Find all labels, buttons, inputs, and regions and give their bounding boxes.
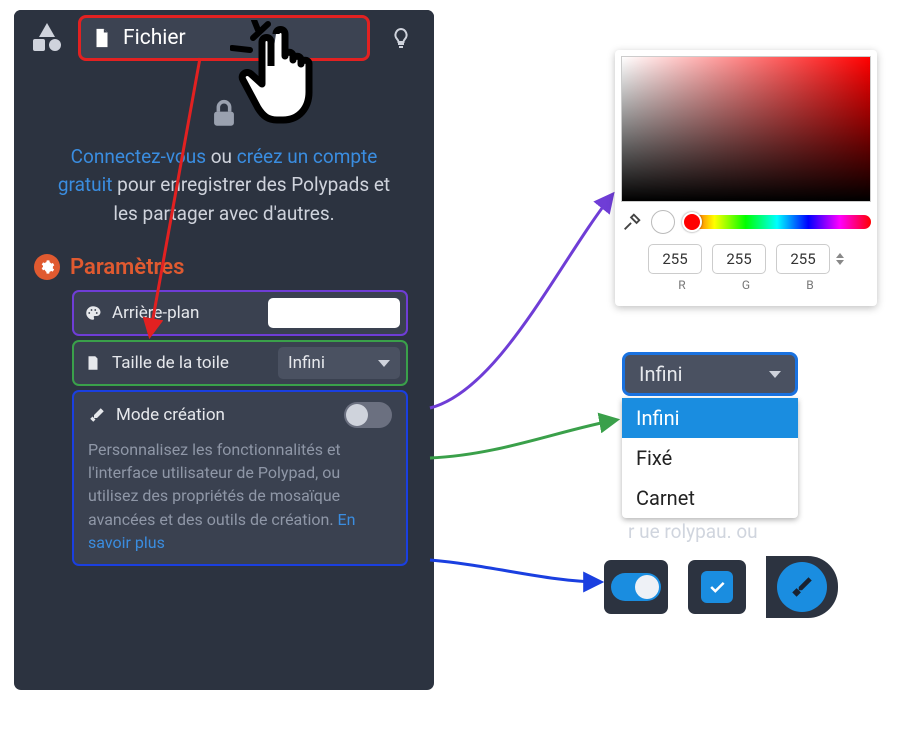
rgb-g-label: G [719,278,773,292]
setting-rows: Arrière-plan Taille de la toile Infini M… [14,286,434,564]
dropdown-option-infini[interactable]: Infini [622,398,798,438]
file-icon [91,27,113,49]
signin-rest: pour enregistrer des Polypads et les par… [112,173,390,225]
hint-button[interactable] [374,14,428,62]
canvas-size-select[interactable]: Infini [278,347,400,379]
rgb-g-input[interactable]: 255 [712,244,766,274]
rgb-r-label: R [655,278,709,292]
file-panel: Fichier Connectez-vous ou créez un compt… [14,10,434,690]
palette-icon [84,304,102,322]
toggle-on-example[interactable] [604,560,668,614]
checkbox-on-example[interactable] [688,560,746,614]
chevron-down-icon [378,360,390,367]
tools-icon [88,406,106,424]
settings-title: Paramètres [70,255,184,280]
rgb-b-input[interactable]: 255 [776,244,830,274]
signin-or: ou [206,145,237,168]
gear-icon [34,254,60,280]
shapes-icon [33,25,61,51]
rgb-mode-stepper[interactable] [836,253,844,265]
chevron-down-icon [769,371,781,378]
canvas-size-label: Taille de la toile [112,353,229,373]
creation-mode-toggle[interactable] [344,402,392,428]
dropdown-options: Infini Fixé Carnet [622,398,798,518]
current-color-swatch [651,210,675,234]
file-label: Fichier [123,26,186,50]
signin-message: Connectez-vous ou créez un compte gratui… [14,66,434,248]
canvas-size-dropdown-popup: Infini Infini Fixé Carnet r ue rolypau. … [622,352,798,545]
hue-knob[interactable] [682,212,702,232]
creation-mode-widgets [604,556,838,618]
canvas-size-setting-row: Taille de la toile Infini [74,342,406,384]
dropdown-selected-label: Infini [639,362,682,386]
dropdown-option-carnet[interactable]: Carnet [622,478,798,518]
saturation-area[interactable] [621,56,871,202]
creation-mode-description: Personnalisez les fonctionnalités et l'i… [88,438,392,554]
shapes-button[interactable] [20,14,74,62]
file-button[interactable]: Fichier [78,15,370,61]
background-label: Arrière-plan [112,303,199,323]
creation-mode-label: Mode création [116,405,225,425]
background-color-swatch[interactable] [268,298,400,328]
settings-heading: Paramètres [14,248,434,286]
signin-link[interactable]: Connectez-vous [71,145,206,168]
toggle-knob [346,404,368,426]
creation-mode-setting-row: Mode création Personnalisez les fonction… [74,392,406,564]
page-icon [84,354,102,372]
rgb-b-label: B [783,278,837,292]
dropdown-trailing-text: r ue rolypau. ou [622,518,798,545]
tools-badge[interactable] [766,556,838,618]
eyedropper-icon[interactable] [621,211,643,233]
color-picker[interactable]: 255 255 255 R G B [615,50,877,306]
dropdown-option-fixe[interactable]: Fixé [622,438,798,478]
background-setting-row: Arrière-plan [74,292,406,334]
rgb-r-input[interactable]: 255 [648,244,702,274]
dropdown-selected[interactable]: Infini [622,352,798,396]
canvas-size-value: Infini [288,353,325,373]
lock-icon [207,96,241,139]
lightbulb-icon [389,26,413,50]
hue-slider[interactable] [683,215,871,229]
toolbar: Fichier [14,10,434,66]
